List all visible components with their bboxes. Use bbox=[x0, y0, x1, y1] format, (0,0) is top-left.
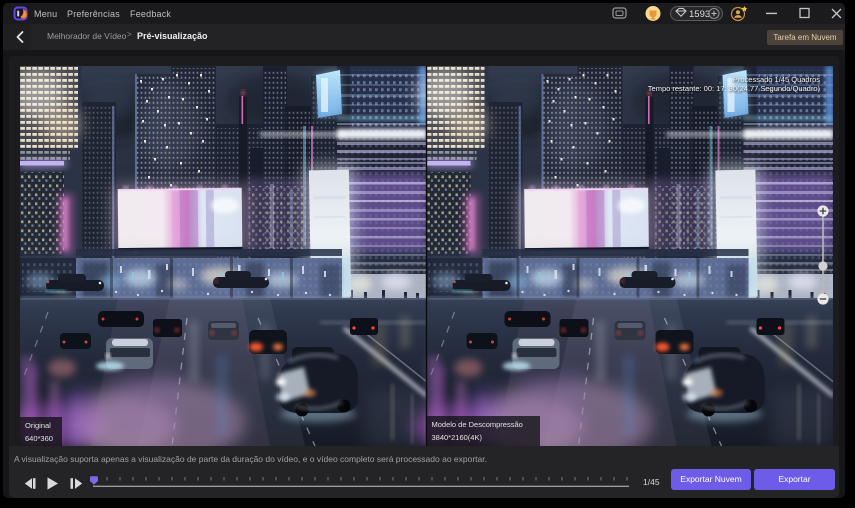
svg-text:1593: 1593 bbox=[689, 9, 710, 20]
